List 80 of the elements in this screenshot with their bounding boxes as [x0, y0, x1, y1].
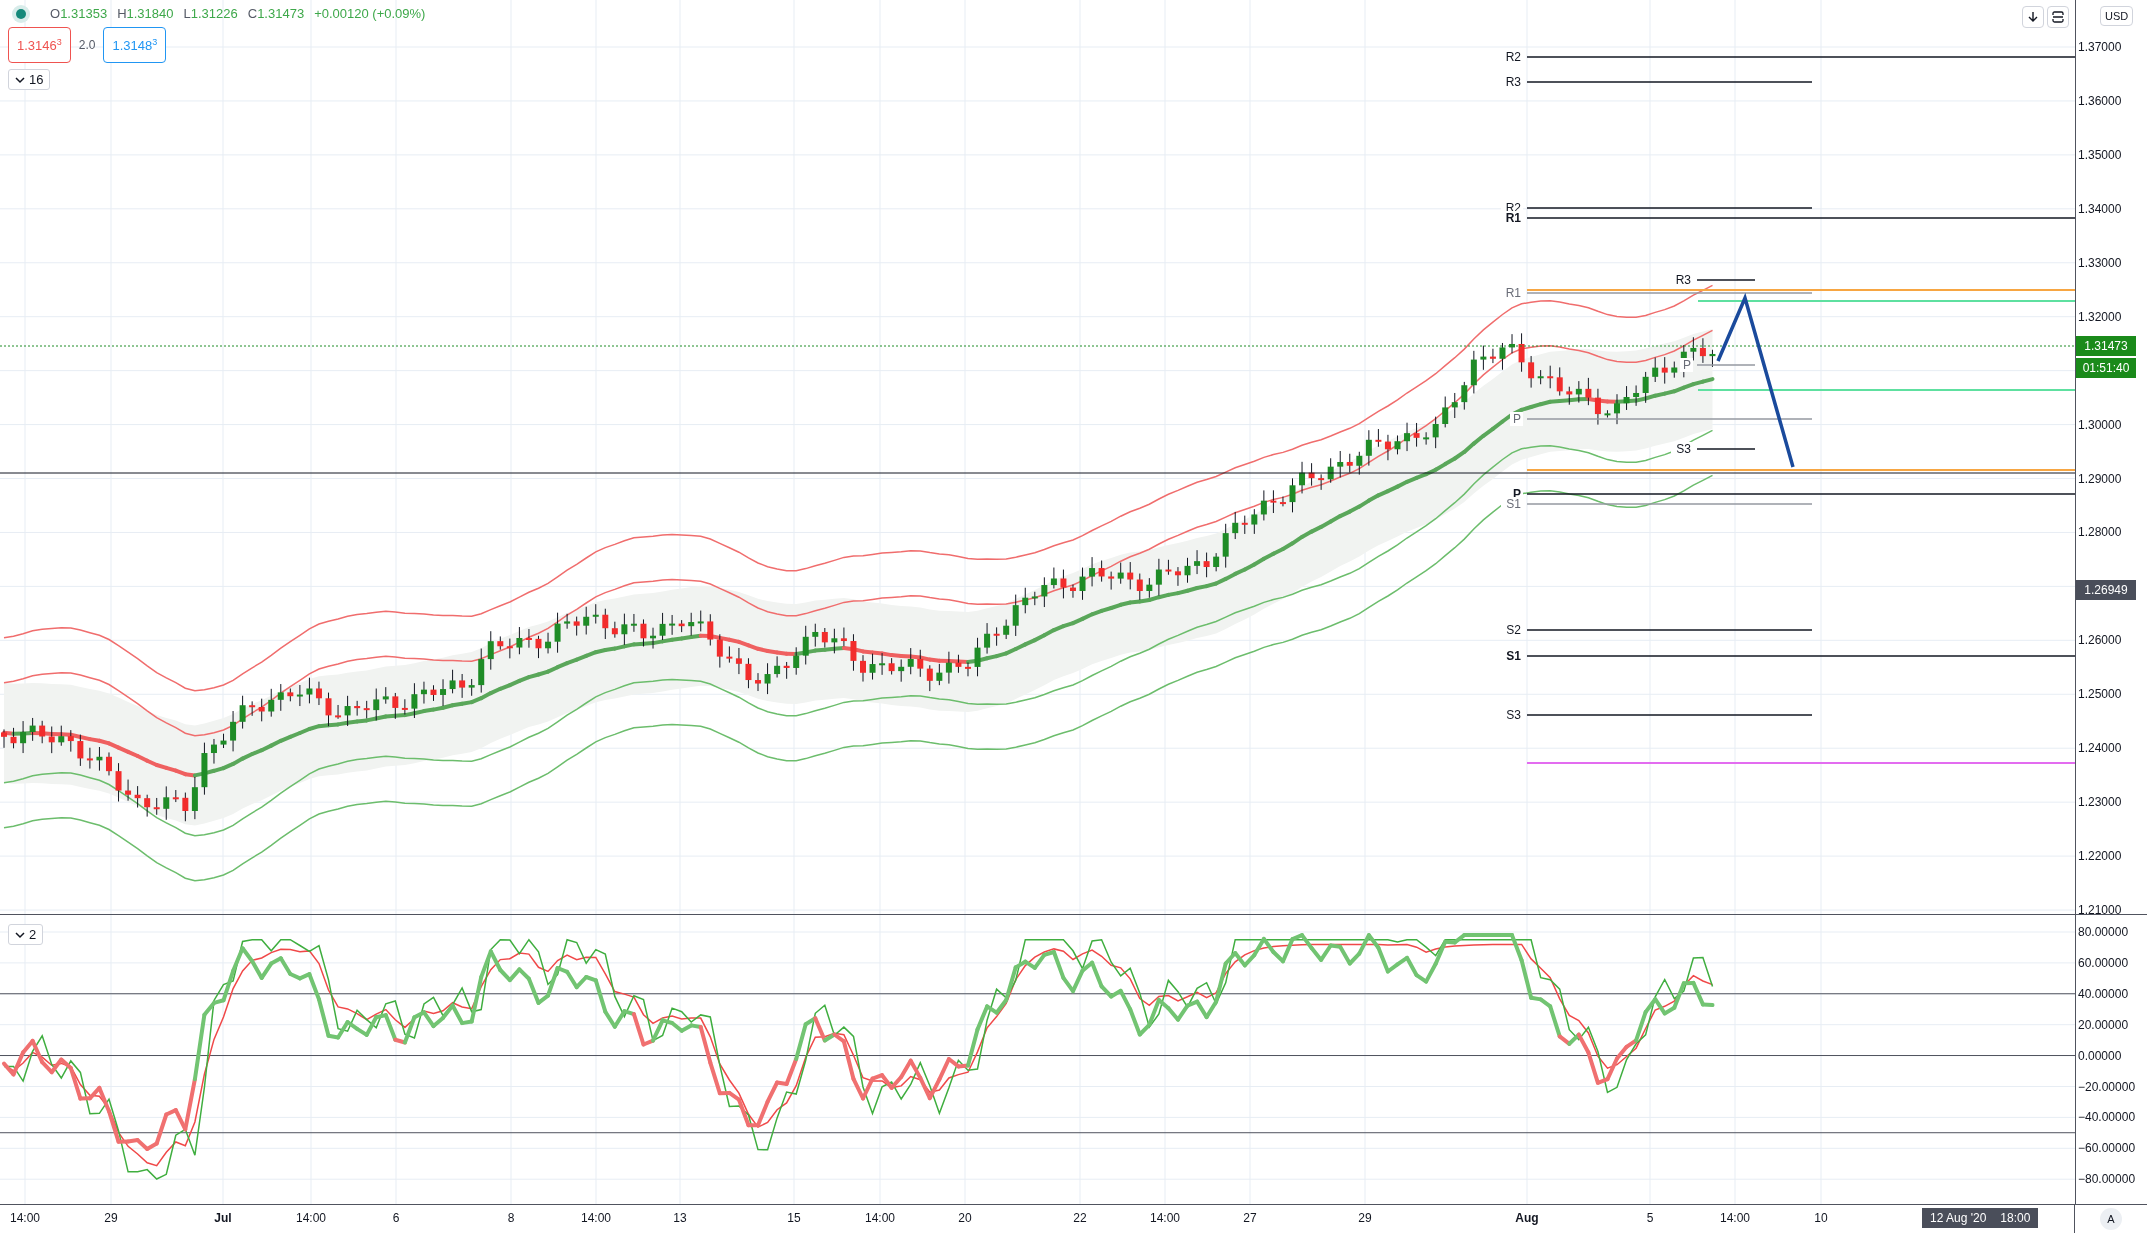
- time-label: 29: [1358, 1211, 1372, 1225]
- price-tick-label: 1.36000: [2077, 92, 2122, 109]
- down-arrow-icon: [2027, 11, 2039, 23]
- time-label: 14:00: [1720, 1211, 1750, 1225]
- sell-price-button[interactable]: 1.3146$^{3}$: [8, 27, 71, 64]
- chevron-down-icon: [15, 930, 25, 939]
- time-label: 5: [1646, 1211, 1654, 1225]
- pivot-label: S1: [1501, 649, 1523, 663]
- oscillator-tick-label: −60.00000: [2077, 1140, 2136, 1157]
- time-label: 22: [1073, 1211, 1087, 1225]
- price-tick-label: 1.24000: [2077, 740, 2122, 757]
- ohlc-value: H1.31840: [117, 6, 174, 21]
- time-label: Jul: [214, 1211, 232, 1225]
- oscillator-tick-label: 20.00000: [2077, 1016, 2129, 1033]
- time-label: 29: [104, 1211, 118, 1225]
- oscillator-tick-label: −20.00000: [2077, 1078, 2136, 1095]
- pivot-label: P: [1680, 358, 1693, 372]
- oscillator-tick-label: 0.00000: [2077, 1047, 2122, 1064]
- price-tick-label: 1.29000: [2077, 470, 2122, 487]
- oscillator-tick-label: 60.00000: [2077, 954, 2129, 971]
- tooltip-time: 18:00: [2000, 1211, 2031, 1225]
- time-label: 8: [507, 1211, 515, 1225]
- price-tick-label: 1.25000: [2077, 686, 2122, 703]
- currency-button[interactable]: USD: [2100, 6, 2134, 26]
- auto-scale-button[interactable]: A: [2100, 1208, 2122, 1230]
- price-tick-label: 1.23000: [2077, 794, 2122, 811]
- pivot-label: S3: [1501, 708, 1523, 722]
- price-tick-label: 1.21000: [2077, 902, 2122, 919]
- oscillator-tick-label: 40.00000: [2077, 985, 2129, 1002]
- time-label: 14:00: [1150, 1211, 1180, 1225]
- indicators-toggle[interactable]: 16: [8, 69, 51, 91]
- time-label: 20: [958, 1211, 972, 1225]
- pivot-label: S3: [1671, 442, 1693, 456]
- oscillator-tick-label: −40.00000: [2077, 1109, 2136, 1126]
- oscillator-toggle[interactable]: 2: [8, 924, 44, 945]
- price-change: +0.00120 (+0.09%): [314, 6, 426, 21]
- price-tick-label: 1.32000: [2077, 308, 2122, 325]
- time-label: 27: [1243, 1211, 1257, 1225]
- oscillator-tick-label: 80.00000: [2077, 924, 2129, 940]
- scroll-down-button[interactable]: [2022, 6, 2044, 28]
- time-label: 14:00: [581, 1211, 611, 1225]
- maximize-button[interactable]: [2047, 6, 2069, 28]
- frame-icon: [2052, 11, 2064, 23]
- pivot-label: S2: [1501, 623, 1523, 637]
- price-tick-label: 1.33000: [2077, 254, 2122, 271]
- pivot-label: P: [1510, 412, 1523, 426]
- pivot-label: R3: [1671, 273, 1693, 287]
- pivot-line: [1696, 279, 1756, 281]
- pivot-label: R1: [1501, 286, 1523, 300]
- chevron-down-icon: [15, 75, 25, 84]
- time-label: 14:00: [10, 1211, 40, 1225]
- pivot-line: [1696, 448, 1756, 450]
- pivot-label: S1: [1501, 497, 1523, 511]
- ohlc-value: C1.31473: [247, 6, 305, 21]
- price-tick-label: 1.34000: [2077, 200, 2122, 217]
- last-price-badge: 1.31473: [2076, 336, 2136, 356]
- tooltip-date: 12 Aug '20: [1930, 1211, 1987, 1225]
- countdown-badge: 01:51:40: [2076, 358, 2136, 378]
- spread-value: 2.0: [78, 38, 96, 53]
- price-tick-label: 1.28000: [2077, 524, 2122, 541]
- oscillator-tick-label: −80.00000: [2077, 1171, 2136, 1188]
- price-tick-label: 1.22000: [2077, 848, 2122, 865]
- price-tick-label: 1.37000: [2077, 39, 2122, 55]
- ohlc-value: O1.31353: [50, 6, 108, 21]
- crosshair-price-badge: 1.26949: [2076, 580, 2136, 600]
- price-tick-label: 1.30000: [2077, 416, 2122, 433]
- time-label: 14:00: [296, 1211, 326, 1225]
- pivot-line: [1696, 364, 1756, 366]
- pivot-label: R3: [1501, 75, 1523, 89]
- time-label: Aug: [1515, 1211, 1539, 1225]
- time-label: 14:00: [865, 1211, 895, 1225]
- time-label: 10: [1814, 1211, 1828, 1225]
- ohlc-value: L1.31226: [183, 6, 238, 21]
- time-label: 13: [673, 1211, 687, 1225]
- status-dot-icon: [16, 8, 26, 19]
- price-tick-label: 1.35000: [2077, 146, 2122, 163]
- time-label: 6: [392, 1211, 400, 1225]
- pivot-label: R2: [1501, 50, 1523, 64]
- price-tick-label: 1.26000: [2077, 632, 2122, 649]
- time-label: 15: [787, 1211, 801, 1225]
